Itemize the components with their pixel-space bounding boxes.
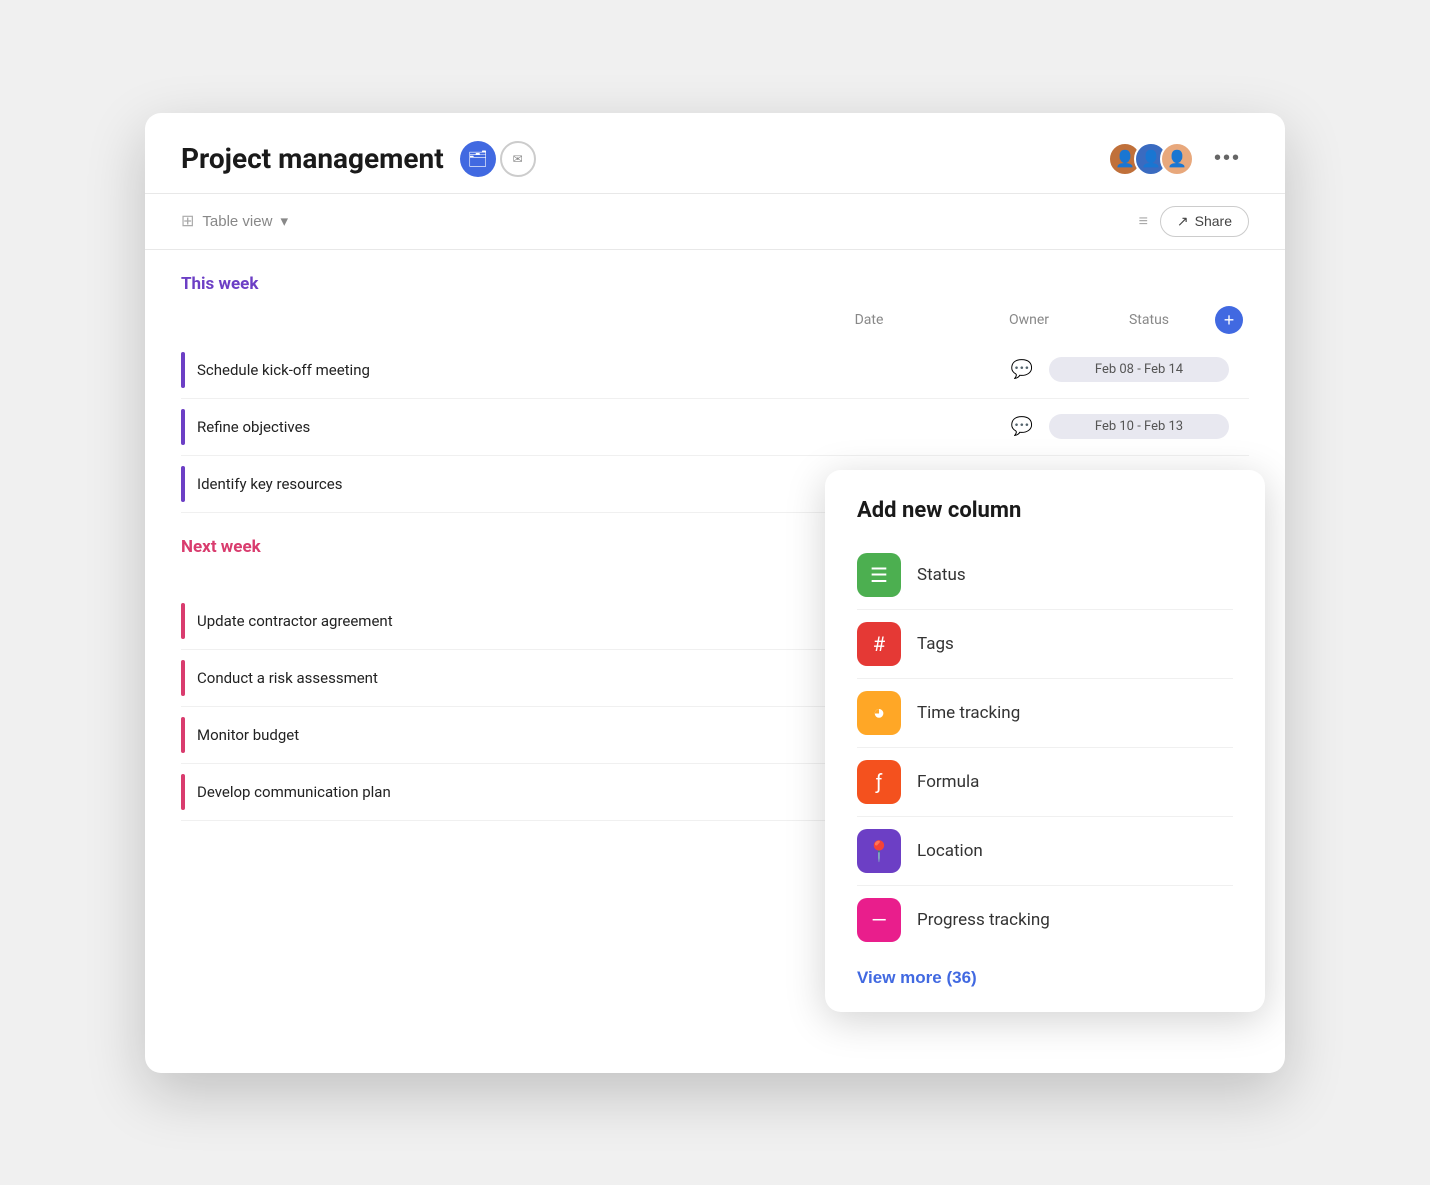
header: Project management 🗂 ✉ 👤 👤 👤 •••	[145, 113, 1285, 194]
column-option-time-tracking[interactable]: ◕ Time tracking	[857, 681, 1233, 745]
avatar-3: 👤	[1160, 142, 1194, 176]
task-bar	[181, 409, 185, 445]
tags-label: Tags	[917, 634, 954, 654]
chat-icon[interactable]: 💬	[1011, 416, 1033, 437]
app-window: Project management 🗂 ✉ 👤 👤 👤 ••• ⊞ Table…	[145, 113, 1285, 1073]
this-week-header: This week	[181, 274, 1249, 294]
dropdown-title: Add new column	[857, 498, 1233, 523]
divider	[857, 678, 1233, 679]
col-owner-label: Owner	[969, 312, 1089, 328]
view-more-button[interactable]: View more (36)	[857, 968, 977, 988]
divider	[857, 816, 1233, 817]
task-bar	[181, 603, 185, 639]
task-bar	[181, 660, 185, 696]
column-option-formula[interactable]: ƒ Formula	[857, 750, 1233, 814]
share-label: Share	[1195, 213, 1232, 229]
divider	[857, 885, 1233, 886]
formula-icon: ƒ	[857, 760, 901, 804]
location-label: Location	[917, 841, 983, 861]
header-icons: 🗂 ✉	[460, 141, 536, 177]
this-week-columns-header: Date Owner Status +	[181, 302, 1249, 338]
divider	[857, 609, 1233, 610]
task-name: Schedule kick-off meeting	[197, 361, 1011, 379]
next-week-title: Next week	[181, 537, 261, 557]
table-view-button[interactable]: ⊞ Table view ▾	[181, 211, 288, 231]
add-column-dropdown: Add new column ☰ Status # Tags ◕ Time tr…	[825, 470, 1265, 1012]
header-left: Project management 🗂 ✉	[181, 141, 536, 177]
task-bar	[181, 717, 185, 753]
date-badge: Feb 08 - Feb 14	[1049, 357, 1229, 382]
column-option-progress-tracking[interactable]: — Progress tracking	[857, 888, 1233, 952]
column-option-tags[interactable]: # Tags	[857, 612, 1233, 676]
formula-label: Formula	[917, 772, 979, 792]
share-icon: ↗	[1177, 213, 1189, 230]
header-right: 👤 👤 👤 •••	[1108, 142, 1249, 176]
chat-icon[interactable]: 💬	[1011, 359, 1033, 380]
filter-icon[interactable]: ≡	[1139, 211, 1148, 231]
task-name: Refine objectives	[197, 418, 1011, 436]
divider	[857, 747, 1233, 748]
column-option-location[interactable]: 📍 Location	[857, 819, 1233, 883]
task-bar	[181, 352, 185, 388]
task-bar	[181, 466, 185, 502]
table-row: Schedule kick-off meeting 💬 Feb 08 - Feb…	[181, 342, 1249, 399]
time-tracking-label: Time tracking	[917, 703, 1020, 723]
col-add: +	[1209, 306, 1249, 334]
progress-tracking-icon: —	[857, 898, 901, 942]
column-option-status[interactable]: ☰ Status	[857, 543, 1233, 607]
col-date-label: Date	[769, 312, 969, 328]
avatars: 👤 👤 👤	[1108, 142, 1194, 176]
location-icon: 📍	[857, 829, 901, 873]
toolbar-right: ≡ ↗ Share	[1139, 206, 1249, 237]
time-tracking-icon: ◕	[857, 691, 901, 735]
this-week-title: This week	[181, 274, 258, 294]
main-content: This week Date Owner Status + Schedule k…	[145, 250, 1285, 845]
envelope-icon-btn[interactable]: ✉	[500, 141, 536, 177]
date-badge: Feb 10 - Feb 13	[1049, 414, 1229, 439]
status-icon: ☰	[857, 553, 901, 597]
table-view-label: Table view	[202, 213, 272, 230]
table-view-icon: ⊞	[181, 211, 194, 231]
task-bar	[181, 774, 185, 810]
table-icon-btn[interactable]: 🗂	[460, 141, 496, 177]
more-options-button[interactable]: •••	[1206, 143, 1249, 174]
add-column-button[interactable]: +	[1215, 306, 1243, 334]
share-button[interactable]: ↗ Share	[1160, 206, 1249, 237]
chevron-down-icon: ▾	[280, 212, 288, 230]
tags-icon: #	[857, 622, 901, 666]
toolbar: ⊞ Table view ▾ ≡ ↗ Share	[145, 194, 1285, 250]
table-row: Refine objectives 💬 Feb 10 - Feb 13	[181, 399, 1249, 456]
col-status-label: Status	[1089, 312, 1209, 328]
page-title: Project management	[181, 142, 444, 175]
progress-tracking-label: Progress tracking	[917, 910, 1050, 930]
status-label: Status	[917, 565, 966, 585]
